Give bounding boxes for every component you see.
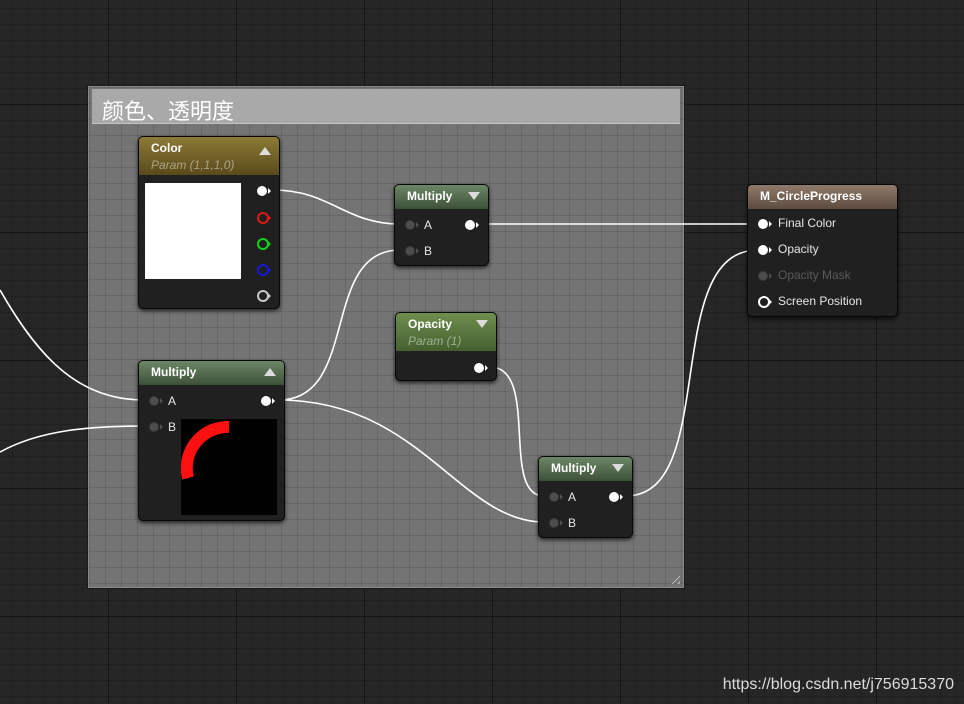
input-pin-a[interactable] [549, 492, 563, 502]
pin-label-opacity-mask: Opacity Mask [778, 268, 851, 282]
color-node-header[interactable]: Color Param (1,1,1,0) [139, 137, 279, 175]
pin-label-b: B [424, 244, 433, 258]
pin-label-opacity: Opacity [778, 242, 819, 256]
output-pin[interactable] [609, 492, 623, 502]
multiply-node-bottom[interactable]: Multiply A B [538, 456, 633, 538]
pin-label-final-color: Final Color [778, 216, 837, 230]
opacity-mask-input-pin[interactable] [758, 271, 772, 281]
alpha-output-pin[interactable] [257, 290, 271, 302]
pin-label-a: A [168, 394, 177, 408]
watermark-text: https://blog.csdn.net/j756915370 [722, 676, 954, 693]
wire-offscreen-to-multiply2-b [0, 425, 145, 453]
red-output-pin[interactable] [257, 212, 271, 224]
collapse-icon[interactable] [476, 320, 488, 328]
collapse-icon[interactable] [468, 192, 480, 200]
multiply-node-top[interactable]: Multiply A B [394, 184, 489, 266]
multiply-node-preview[interactable]: Multiply A B [138, 360, 285, 521]
blue-output-pin[interactable] [257, 264, 271, 276]
pin-label-a: A [568, 490, 577, 504]
pin-label-screen-position: Screen Position [778, 294, 863, 308]
opacity-parameter-node[interactable]: Opacity Param (1) [395, 312, 497, 381]
pin-label-b: B [568, 516, 577, 530]
input-pin-a[interactable] [149, 396, 163, 406]
result-node-title: M_CircleProgress [760, 189, 863, 203]
pin-label-b: B [168, 420, 177, 434]
collapse-icon[interactable] [259, 147, 271, 155]
wire-multiply2-to-multiply1-b [278, 249, 401, 401]
opacity-input-pin[interactable] [758, 245, 772, 255]
screen-position-input-pin[interactable] [758, 296, 772, 308]
wire-multiply2-to-multiply3-b [278, 399, 545, 523]
input-pin-b[interactable] [149, 422, 163, 432]
collapse-icon[interactable] [612, 464, 624, 472]
rgb-output-pin[interactable] [257, 186, 271, 196]
wire-multiply3-to-opacity [625, 249, 759, 497]
output-pin[interactable] [465, 220, 479, 230]
color-node-subtitle: Param (1,1,1,0) [151, 158, 235, 172]
pin-label-a: A [424, 218, 433, 232]
opacity-node-header[interactable]: Opacity Param (1) [396, 313, 496, 351]
wire-offscreen-to-multiply2-a [0, 289, 145, 401]
input-pin-b[interactable] [405, 246, 419, 256]
material-result-node[interactable]: M_CircleProgress Final Color Opacity Opa… [747, 184, 898, 317]
final-color-input-pin[interactable] [758, 219, 772, 229]
input-pin-b[interactable] [549, 518, 563, 528]
result-node-header[interactable]: M_CircleProgress [748, 185, 897, 209]
color-swatch-preview [145, 183, 241, 279]
wire-color-to-multiply1-a [272, 189, 401, 225]
input-pin-a[interactable] [405, 220, 419, 230]
multiply-node-preview-header[interactable]: Multiply [139, 361, 284, 385]
multiply-node-bottom-header[interactable]: Multiply [539, 457, 632, 481]
color-parameter-node[interactable]: Color Param (1,1,1,0) [138, 136, 280, 309]
output-pin[interactable] [474, 363, 488, 373]
collapse-icon[interactable] [264, 368, 276, 376]
wire-opacity-to-multiply3-a [489, 366, 545, 497]
multiply-node-top-header[interactable]: Multiply [395, 185, 488, 209]
green-output-pin[interactable] [257, 238, 271, 250]
output-pin[interactable] [261, 396, 275, 406]
progress-arc-preview-icon [180, 421, 230, 480]
texture-preview [180, 419, 277, 515]
opacity-node-subtitle: Param (1) [408, 334, 462, 348]
